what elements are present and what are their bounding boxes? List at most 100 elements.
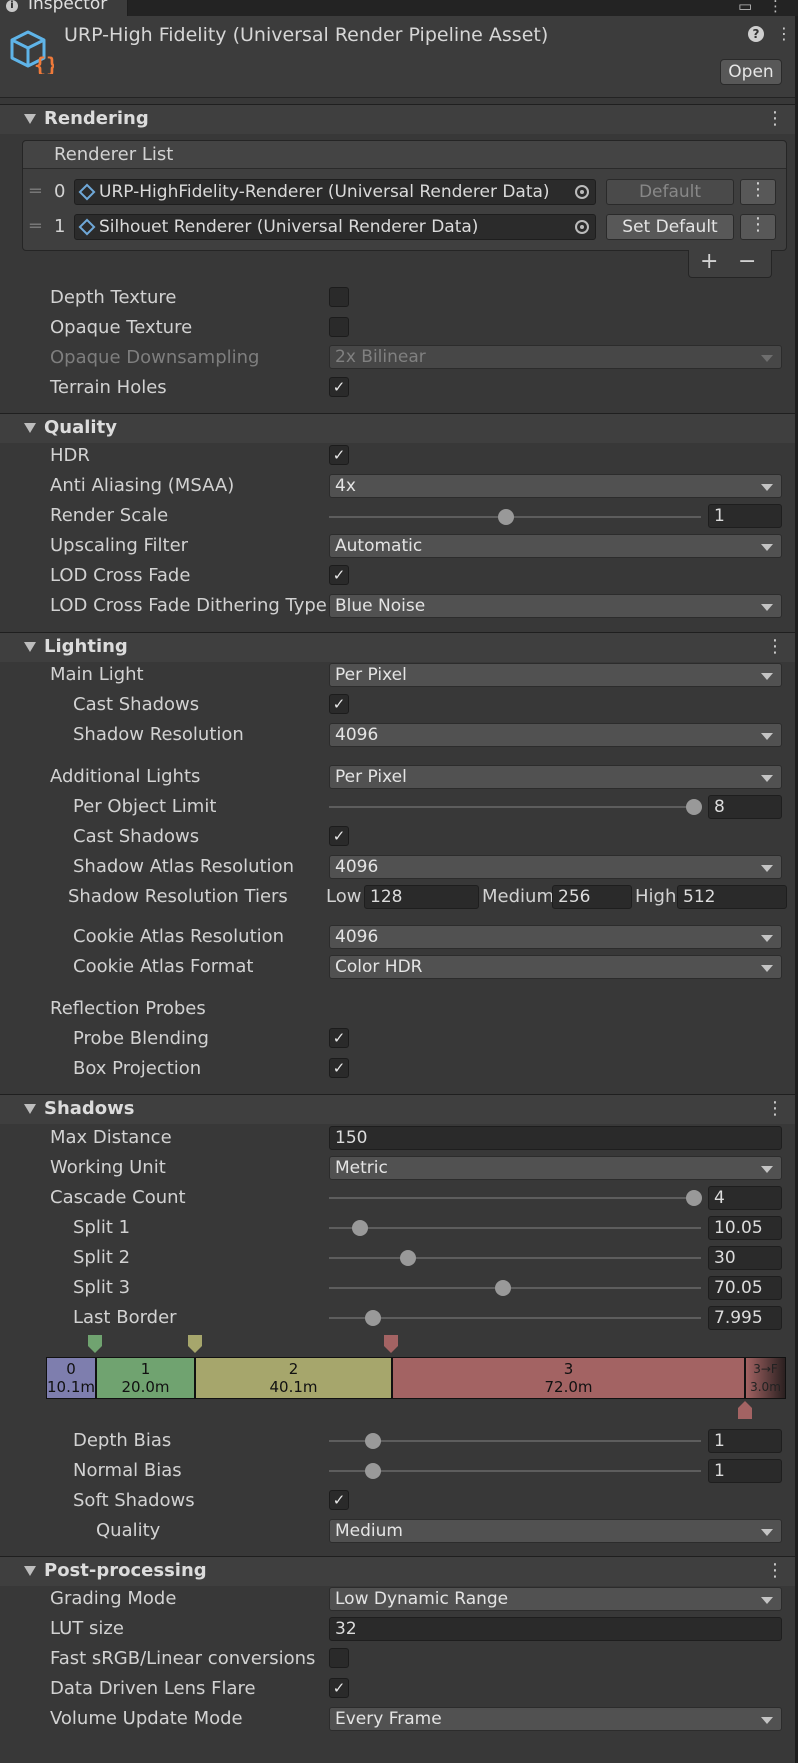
grading-mode-dropdown[interactable]: Low Dynamic Range bbox=[329, 1587, 782, 1611]
hdr-checkbox[interactable]: ✓ bbox=[329, 445, 349, 465]
lod-dithering-dropdown[interactable]: Blue Noise bbox=[329, 594, 782, 618]
cascade-segment-fallback: 3→F 3.0m bbox=[746, 1358, 785, 1398]
tier-low-input[interactable]: 128 bbox=[364, 885, 479, 909]
split3-input[interactable]: 70.05 bbox=[708, 1276, 782, 1300]
object-picker-icon[interactable] bbox=[575, 220, 589, 234]
header-menu-icon[interactable]: ⋮ bbox=[776, 24, 792, 43]
split2-slider[interactable] bbox=[329, 1257, 701, 1259]
default-button[interactable]: Default bbox=[606, 179, 734, 205]
soft-shadows-checkbox[interactable]: ✓ bbox=[329, 1490, 349, 1510]
render-scale-input[interactable]: 1 bbox=[708, 504, 782, 528]
cookie-atlas-format-dropdown[interactable]: Color HDR bbox=[329, 955, 782, 979]
slider-handle[interactable] bbox=[686, 1190, 702, 1206]
normal-bias-input[interactable]: 1 bbox=[708, 1459, 782, 1483]
window-menu-icon[interactable]: ⋮ bbox=[768, 0, 783, 14]
section-menu-icon[interactable]: ⋮ bbox=[766, 110, 784, 128]
shadow-resolution-dropdown[interactable]: 4096 bbox=[329, 723, 782, 747]
lens-flare-checkbox[interactable]: ✓ bbox=[329, 1678, 349, 1698]
tier-high-input[interactable]: 512 bbox=[677, 885, 787, 909]
section-menu-icon[interactable]: ⋮ bbox=[766, 1562, 784, 1580]
chevron-down-icon bbox=[761, 1529, 773, 1536]
renderer-field-1[interactable]: Silhouet Renderer (Universal Renderer Da… bbox=[74, 214, 596, 240]
last-border-marker-icon[interactable] bbox=[737, 1400, 753, 1420]
dropdown-value: 4096 bbox=[335, 857, 379, 877]
section-shadows[interactable]: Shadows ⋮ bbox=[0, 1094, 798, 1124]
cascade-count-slider[interactable] bbox=[329, 1197, 701, 1199]
section-menu-icon[interactable]: ⋮ bbox=[766, 638, 784, 656]
last-border-input[interactable]: 7.995 bbox=[708, 1306, 782, 1330]
split3-slider[interactable] bbox=[329, 1287, 701, 1289]
per-object-limit-slider[interactable] bbox=[329, 806, 701, 808]
depth-bias-slider[interactable] bbox=[329, 1440, 701, 1442]
slider-handle[interactable] bbox=[365, 1463, 381, 1479]
split2-input[interactable]: 30 bbox=[708, 1246, 782, 1270]
cookie-atlas-format-label: Cookie Atlas Format bbox=[73, 956, 254, 977]
depth-texture-checkbox[interactable] bbox=[329, 287, 349, 307]
main-cast-shadows-checkbox[interactable]: ✓ bbox=[329, 694, 349, 714]
depth-bias-input[interactable]: 1 bbox=[708, 1429, 782, 1453]
additional-cast-shadows-checkbox[interactable]: ✓ bbox=[329, 826, 349, 846]
split3-marker-icon[interactable] bbox=[383, 1334, 399, 1354]
upscaling-filter-dropdown[interactable]: Automatic bbox=[329, 534, 782, 558]
shadow-atlas-resolution-dropdown[interactable]: 4096 bbox=[329, 855, 782, 879]
renderer-field-0[interactable]: URP-HighFidelity-Renderer (Universal Ren… bbox=[74, 179, 596, 205]
slider-handle[interactable] bbox=[352, 1220, 368, 1236]
cookie-atlas-resolution-dropdown[interactable]: 4096 bbox=[329, 925, 782, 949]
slider-handle[interactable] bbox=[365, 1310, 381, 1326]
max-distance-input[interactable]: 150 bbox=[329, 1126, 782, 1150]
opaque-texture-checkbox[interactable] bbox=[329, 317, 349, 337]
lut-size-input[interactable]: 32 bbox=[329, 1617, 782, 1641]
tier-medium-input[interactable]: 256 bbox=[552, 885, 632, 909]
section-post-processing[interactable]: Post-processing ⋮ bbox=[0, 1556, 798, 1586]
foldout-triangle-icon[interactable] bbox=[24, 423, 36, 433]
renderer-menu-icon[interactable]: ⋮ bbox=[740, 179, 776, 205]
section-menu-icon[interactable]: ⋮ bbox=[766, 1100, 784, 1118]
terrain-holes-checkbox[interactable]: ✓ bbox=[329, 377, 349, 397]
chevron-down-icon bbox=[761, 775, 773, 782]
split2-marker-icon[interactable] bbox=[187, 1334, 203, 1354]
split1-input[interactable]: 10.05 bbox=[708, 1216, 782, 1240]
section-quality[interactable]: Quality bbox=[0, 413, 798, 443]
remove-renderer-button[interactable]: − bbox=[738, 251, 756, 273]
additional-lights-dropdown[interactable]: Per Pixel bbox=[329, 765, 782, 789]
foldout-triangle-icon[interactable] bbox=[24, 1566, 36, 1576]
foldout-triangle-icon[interactable] bbox=[24, 642, 36, 652]
lock-icon[interactable]: ▭ bbox=[738, 0, 752, 14]
foldout-triangle-icon[interactable] bbox=[24, 114, 36, 124]
normal-bias-slider[interactable] bbox=[329, 1470, 701, 1472]
volume-update-dropdown[interactable]: Every Frame bbox=[329, 1707, 782, 1731]
per-object-limit-input[interactable]: 8 bbox=[708, 795, 782, 819]
slider-handle[interactable] bbox=[400, 1250, 416, 1266]
slider-handle[interactable] bbox=[686, 799, 702, 815]
working-unit-dropdown[interactable]: Metric bbox=[329, 1156, 782, 1180]
split1-slider[interactable] bbox=[329, 1227, 701, 1229]
open-button[interactable]: Open bbox=[720, 59, 782, 85]
drag-handle-icon[interactable]: ═ bbox=[30, 216, 41, 238]
tab-inspector[interactable]: i Inspector bbox=[0, 0, 128, 16]
msaa-dropdown[interactable]: 4x bbox=[329, 474, 782, 498]
last-border-slider[interactable] bbox=[329, 1317, 701, 1319]
cascade-split-bar[interactable]: 0 10.1m 1 20.0m 2 40.1m 3 72.0m 3→F 3.0m bbox=[46, 1357, 786, 1399]
foldout-triangle-icon[interactable] bbox=[24, 1104, 36, 1114]
slider-handle[interactable] bbox=[365, 1433, 381, 1449]
help-icon[interactable]: ? bbox=[748, 26, 764, 42]
drag-handle-icon[interactable]: ═ bbox=[30, 181, 41, 203]
fast-srgb-checkbox[interactable] bbox=[329, 1648, 349, 1668]
section-lighting[interactable]: Lighting ⋮ bbox=[0, 632, 798, 662]
renderer-menu-icon[interactable]: ⋮ bbox=[740, 214, 776, 240]
slider-handle[interactable] bbox=[498, 509, 514, 525]
split1-marker-icon[interactable] bbox=[87, 1334, 103, 1354]
chevron-down-icon bbox=[761, 733, 773, 740]
set-default-button[interactable]: Set Default bbox=[606, 214, 734, 240]
probe-blending-checkbox[interactable]: ✓ bbox=[329, 1028, 349, 1048]
cascade-count-input[interactable]: 4 bbox=[708, 1186, 782, 1210]
object-picker-icon[interactable] bbox=[575, 185, 589, 199]
box-projection-checkbox[interactable]: ✓ bbox=[329, 1058, 349, 1078]
soft-quality-dropdown[interactable]: Medium bbox=[329, 1519, 782, 1543]
main-light-dropdown[interactable]: Per Pixel bbox=[329, 663, 782, 687]
render-scale-slider[interactable] bbox=[329, 516, 701, 518]
section-rendering[interactable]: Rendering ⋮ bbox=[0, 104, 798, 134]
slider-handle[interactable] bbox=[495, 1280, 511, 1296]
add-renderer-button[interactable]: + bbox=[700, 251, 718, 273]
lod-cross-fade-checkbox[interactable]: ✓ bbox=[329, 565, 349, 585]
